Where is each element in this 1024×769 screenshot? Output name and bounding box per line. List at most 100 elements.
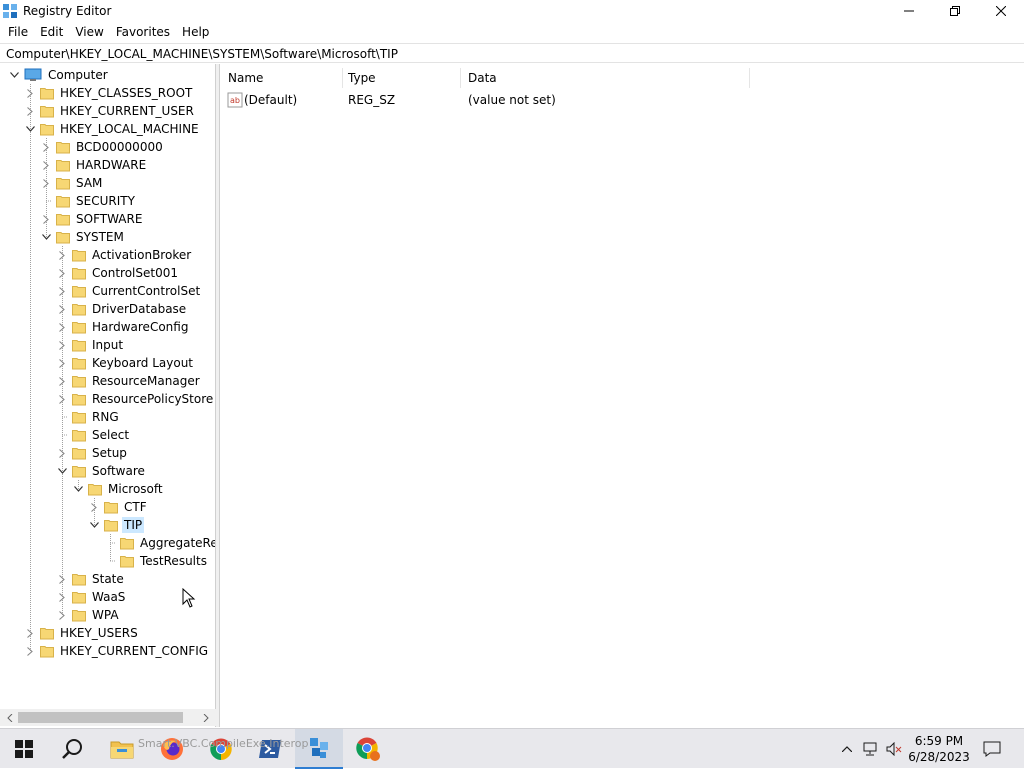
scroll-thumb[interactable] [18,712,183,723]
chevron-right-icon[interactable] [40,141,52,153]
tree-node[interactable]: WaaS [56,588,127,606]
chrome-profile-button[interactable] [344,729,392,769]
restore-button[interactable] [932,0,978,22]
tree-node[interactable]: SOFTWARE [40,210,144,228]
pane-splitter[interactable] [216,64,220,727]
menu-file[interactable]: File [2,22,34,42]
tree-node[interactable]: Setup [56,444,129,462]
tree-node[interactable]: HKEY_USERS [24,624,140,642]
menu-edit[interactable]: Edit [34,22,69,42]
chevron-down-icon[interactable] [8,69,20,81]
chevron-right-icon[interactable] [40,159,52,171]
chevron-right-icon[interactable] [56,285,68,297]
folder-icon [72,338,90,352]
tree-node[interactable]: ResourceManager [56,372,202,390]
notifications-button[interactable] [980,729,1004,769]
scroll-right-button[interactable] [200,712,212,723]
chevron-right-icon[interactable] [56,609,68,621]
chevron-right-icon[interactable] [56,573,68,585]
show-hidden-icons-button[interactable] [838,729,856,769]
tree-node[interactable]: SYSTEM [40,228,126,246]
tree-horizontal-scrollbar[interactable] [0,709,216,726]
chevron-down-icon[interactable] [40,231,52,243]
tree-node[interactable]: TestResults [104,552,209,570]
minimize-button[interactable] [886,0,932,22]
chevron-right-icon[interactable] [88,501,100,513]
column-header-data[interactable]: Data [461,68,750,88]
menu-help[interactable]: Help [176,22,215,42]
tree-node-label: HKEY_CLASSES_ROOT [60,86,193,100]
tree-node[interactable]: State [56,570,126,588]
chevron-down-icon[interactable] [88,519,100,531]
chevron-down-icon[interactable] [72,483,84,495]
tree-node[interactable]: Computer [8,66,110,84]
chevron-right-icon[interactable] [56,267,68,279]
title-bar[interactable]: Registry Editor [0,0,1024,22]
tree-node[interactable]: ActivationBroker [56,246,193,264]
tree-node[interactable]: HKEY_CURRENT_USER [24,102,196,120]
chevron-right-icon[interactable] [24,87,36,99]
menu-view[interactable]: View [69,22,109,42]
tree-node[interactable]: SAM [40,174,104,192]
chevron-right-icon[interactable] [56,249,68,261]
chevron-right-icon[interactable] [56,339,68,351]
taskbar-ghost-text: Smart.VBC.CompileExe.Interop [138,737,309,750]
chevron-down-icon[interactable] [24,123,36,135]
chevron-right-icon[interactable] [56,393,68,405]
chevron-right-icon[interactable] [24,627,36,639]
chevron-right-icon[interactable] [56,321,68,333]
tree-node[interactable]: ControlSet001 [56,264,180,282]
tree-node[interactable]: HKEY_CLASSES_ROOT [24,84,194,102]
tree-node[interactable]: Microsoft [72,480,165,498]
chevron-right-icon[interactable] [24,645,36,657]
tree-node[interactable]: DriverDatabase [56,300,188,318]
tree-node[interactable]: RNG [56,408,121,426]
scroll-left-button[interactable] [4,712,16,723]
tree-node[interactable]: Software [56,462,147,480]
tree-node[interactable]: Keyboard Layout [56,354,195,372]
search-button[interactable] [48,729,96,769]
taskbar-clock[interactable]: 6:59 PM 6/28/2023 [902,733,976,765]
chevron-right-icon[interactable] [40,213,52,225]
mouse-cursor-icon [182,588,196,608]
start-button[interactable] [0,729,48,769]
tree-node[interactable]: TIP [88,516,145,534]
menu-favorites[interactable]: Favorites [110,22,176,42]
chevron-right-icon[interactable] [56,357,68,369]
column-header-name[interactable]: Name [221,68,343,88]
tree-node-label: WPA [92,608,119,622]
tree-node[interactable]: WPA [56,606,121,624]
chevron-right-icon[interactable] [40,177,52,189]
tree-node[interactable]: BCD00000000 [40,138,165,156]
tree-spacer [56,411,68,423]
chevron-right-icon[interactable] [56,591,68,603]
value-name: (Default) [244,93,298,107]
close-button[interactable] [978,0,1024,22]
tree-node[interactable]: HKEY_LOCAL_MACHINE [24,120,201,138]
folder-icon [72,302,90,316]
tree-node[interactable]: HKEY_CURRENT_CONFIG [24,642,210,660]
registry-tree[interactable]: Computer HKEY_CLASSES_ROOT HKEY_CURRENT_US… [0,64,216,727]
chevron-right-icon[interactable] [56,303,68,315]
values-list[interactable]: Name Type Data ab (Default) REG_SZ (valu… [221,64,1024,727]
network-button[interactable] [860,729,882,769]
tree-node[interactable]: SECURITY [40,192,137,210]
chevron-right-icon[interactable] [56,375,68,387]
chevron-right-icon[interactable] [56,447,68,459]
tree-node[interactable]: AggregateResults [104,534,215,552]
chevron-right-icon[interactable] [24,105,36,117]
volume-button[interactable] [884,729,904,769]
tree-node[interactable]: HardwareConfig [56,318,190,336]
folder-icon [72,410,90,424]
tree-node[interactable]: Input [56,336,125,354]
tree-node[interactable]: HARDWARE [40,156,148,174]
tree-node[interactable]: ResourcePolicyStore [56,390,215,408]
tree-node[interactable]: CurrentControlSet [56,282,202,300]
value-row[interactable]: ab (Default) REG_SZ (value not set) [221,90,751,110]
column-header-type[interactable]: Type [341,68,461,88]
tree-node[interactable]: Select [56,426,131,444]
tree-node-label: Microsoft [108,482,163,496]
chevron-down-icon[interactable] [56,465,68,477]
address-bar[interactable]: Computer\HKEY_LOCAL_MACHINE\SYSTEM\Softw… [0,43,1024,63]
tree-node[interactable]: CTF [88,498,149,516]
